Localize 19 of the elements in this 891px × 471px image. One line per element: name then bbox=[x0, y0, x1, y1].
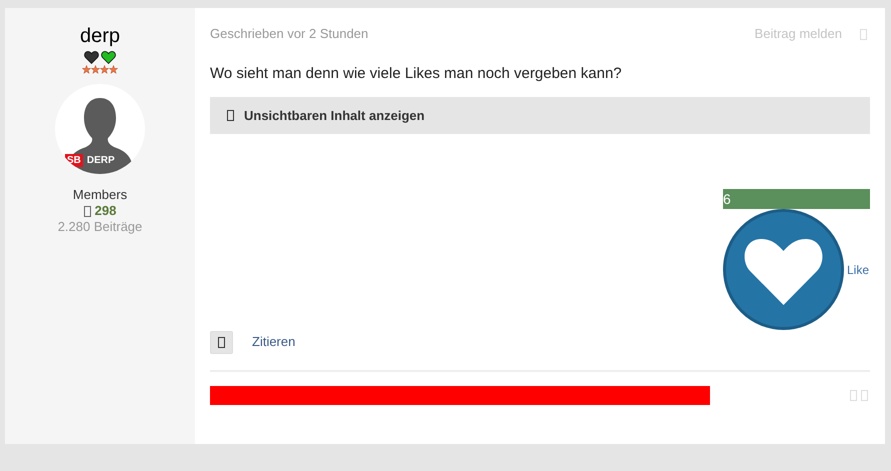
heart-button-icon[interactable] bbox=[723, 209, 844, 330]
like-count-bar: 6 bbox=[723, 189, 870, 209]
author-name[interactable]: derp bbox=[80, 24, 120, 48]
missing-glyph-icon[interactable] bbox=[850, 390, 857, 401]
reputation-count: 298 bbox=[94, 203, 116, 219]
missing-glyph-icon bbox=[218, 336, 225, 348]
badge-label: DERP bbox=[86, 154, 115, 167]
like-link[interactable]: Like bbox=[847, 260, 870, 278]
missing-glyph-icon bbox=[84, 206, 91, 216]
missing-glyph-icon[interactable] bbox=[860, 28, 867, 40]
missing-glyph-icon[interactable] bbox=[861, 390, 868, 401]
quote-button[interactable] bbox=[210, 330, 233, 354]
post-count: 2.280 Beiträge bbox=[58, 219, 142, 235]
missing-glyph-icon bbox=[227, 110, 234, 121]
post-date: Geschrieben vor 2 Stunden bbox=[210, 25, 368, 44]
spoiler-button[interactable]: Unsichtbaren Inhalt anzeigen bbox=[210, 97, 870, 134]
member-group: Members bbox=[72, 187, 128, 203]
quote-link[interactable]: Zitieren bbox=[252, 332, 296, 352]
post-text: Wo sieht man denn wie viele Likes man noch vergeben kann? bbox=[210, 65, 623, 83]
